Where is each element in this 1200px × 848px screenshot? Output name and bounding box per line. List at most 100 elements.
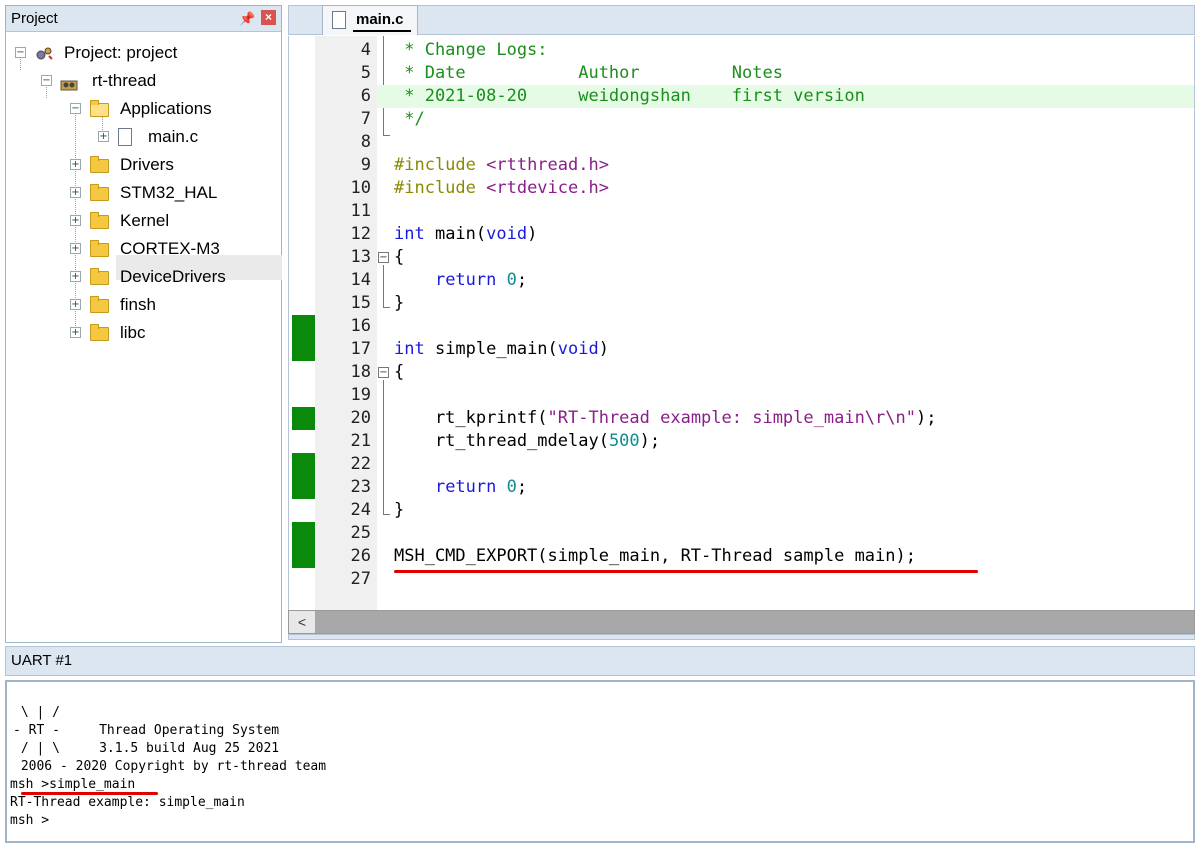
- change-marker: [292, 453, 315, 476]
- code-text: int main(void): [394, 224, 538, 244]
- close-icon[interactable]: ×: [261, 10, 276, 25]
- code-text: }: [394, 500, 405, 520]
- code-line: 4 * Change Logs:: [289, 39, 1194, 62]
- tree-item-cortex-m3[interactable]: + CORTEX-M3: [6, 236, 276, 261]
- expand-icon[interactable]: +: [70, 243, 81, 254]
- scroll-left-icon[interactable]: <: [289, 611, 315, 633]
- line-number: 25: [350, 523, 371, 543]
- line-number: 7: [360, 109, 371, 129]
- change-marker: [292, 407, 315, 430]
- collapse-icon[interactable]: −: [41, 75, 52, 86]
- tree-item-libc[interactable]: + libc: [6, 320, 276, 345]
- tree-item-project[interactable]: − Project: project: [6, 40, 276, 65]
- editor-tab-bar: [288, 5, 1195, 35]
- project-gears-icon: [35, 44, 53, 60]
- tree-item-finsh[interactable]: + finsh: [6, 292, 276, 317]
- tree-label-cortex-m3: CORTEX-M3: [120, 239, 220, 258]
- collapse-icon[interactable]: −: [15, 47, 26, 58]
- tree-label-finsh: finsh: [120, 295, 156, 314]
- expand-icon[interactable]: +: [70, 271, 81, 282]
- c-file-icon: [332, 11, 346, 29]
- code-text: return 0;: [434, 477, 528, 497]
- code-line: 9 #include <rtthread.h>: [289, 154, 1194, 177]
- code-text: #include <rtdevice.h>: [394, 178, 609, 198]
- console-line: RT-Thread example: simple_main: [10, 795, 245, 810]
- change-marker: [292, 338, 315, 361]
- line-number: 9: [360, 155, 371, 175]
- line-number: 26: [350, 546, 371, 566]
- horizontal-scrollbar[interactable]: <: [288, 610, 1195, 634]
- active-tab-indicator: [353, 30, 411, 32]
- tree-label-kernel: Kernel: [120, 211, 170, 230]
- tree-item-devicedrivers[interactable]: + DeviceDrivers: [6, 264, 276, 289]
- uart-console[interactable]: \ | / - RT - Thread Operating System / |…: [5, 680, 1195, 843]
- target-gears-icon: [60, 73, 78, 91]
- tab-main-c[interactable]: main.c: [322, 5, 418, 35]
- expand-icon[interactable]: +: [98, 131, 109, 142]
- tree-item-kernel[interactable]: + Kernel: [6, 208, 276, 233]
- line-number: 21: [350, 431, 371, 451]
- tree-label-libc: libc: [120, 323, 146, 342]
- code-line: 24 }: [289, 499, 1194, 522]
- code-line: 17 int simple_main(void): [289, 338, 1194, 361]
- tree-item-applications[interactable]: − Applications: [6, 96, 276, 121]
- fold-toggle-icon[interactable]: −: [378, 367, 389, 378]
- code-text: return 0;: [434, 270, 528, 290]
- code-text: * Date Author Notes: [394, 63, 783, 83]
- line-number: 14: [350, 270, 371, 290]
- tree-label-drivers: Drivers: [120, 155, 174, 174]
- console-line: - RT - Thread Operating System: [13, 723, 280, 738]
- annotation-underline: [21, 792, 158, 795]
- code-line: 21 rt_thread_mdelay(500);: [289, 430, 1194, 453]
- folder-icon: [90, 268, 109, 285]
- tree-item-stm32-hal[interactable]: + STM32_HAL: [6, 180, 276, 205]
- code-text: */: [394, 109, 425, 129]
- code-line: 16: [289, 315, 1194, 338]
- project-panel: Project 📌 × − Project: project − rt-thre…: [5, 5, 282, 643]
- line-number: 6: [360, 86, 371, 106]
- tree-label-applications: Applications: [120, 99, 212, 118]
- tree-item-rt-thread[interactable]: − rt-thread: [6, 68, 276, 93]
- line-number: 17: [350, 339, 371, 359]
- project-panel-header: Project 📌 ×: [6, 6, 281, 32]
- code-line: 22: [289, 453, 1194, 476]
- code-line: 13 − {: [289, 246, 1194, 269]
- line-number: 23: [350, 477, 371, 497]
- expand-icon[interactable]: +: [70, 327, 81, 338]
- fold-toggle-icon[interactable]: −: [378, 252, 389, 263]
- code-text: * Change Logs:: [394, 40, 548, 60]
- tree-item-main-c[interactable]: + main.c: [6, 124, 276, 149]
- tree-item-drivers[interactable]: + Drivers: [6, 152, 276, 177]
- console-line: \ | /: [13, 705, 60, 720]
- folder-icon: [90, 324, 109, 341]
- folder-icon: [90, 184, 109, 201]
- tree-label-main-c: main.c: [148, 127, 199, 146]
- tree-label-stm32-hal: STM32_HAL: [120, 183, 218, 202]
- expand-icon[interactable]: +: [70, 187, 81, 198]
- line-number: 4: [360, 40, 371, 60]
- change-marker: [292, 545, 315, 568]
- code-text: int simple_main(void): [394, 339, 609, 359]
- tree-label-devicedrivers: DeviceDrivers: [120, 267, 226, 286]
- uart-panel-header: UART #1: [5, 646, 1195, 676]
- code-line: 10 #include <rtdevice.h>: [289, 177, 1194, 200]
- code-line: 11: [289, 200, 1194, 223]
- folder-icon: [90, 212, 109, 229]
- line-number: 5: [360, 63, 371, 83]
- code-text: #include <rtthread.h>: [394, 155, 609, 175]
- code-line: 15 }: [289, 292, 1194, 315]
- collapse-icon[interactable]: −: [70, 103, 81, 114]
- console-line: msh >: [10, 813, 50, 828]
- code-text: rt_thread_mdelay(500);: [394, 431, 661, 451]
- c-file-icon: [118, 128, 132, 146]
- line-number: 8: [360, 132, 371, 152]
- expand-icon[interactable]: +: [70, 159, 81, 170]
- folder-icon: [90, 156, 109, 173]
- expand-icon[interactable]: +: [70, 299, 81, 310]
- expand-icon[interactable]: +: [70, 215, 81, 226]
- code-line: 7 */: [289, 108, 1194, 131]
- line-number: 20: [350, 408, 371, 428]
- code-editor[interactable]: 4 * Change Logs: 5 * Date Author Notes 6…: [288, 36, 1195, 634]
- pin-icon[interactable]: 📌: [239, 6, 255, 31]
- code-line: 12 int main(void): [289, 223, 1194, 246]
